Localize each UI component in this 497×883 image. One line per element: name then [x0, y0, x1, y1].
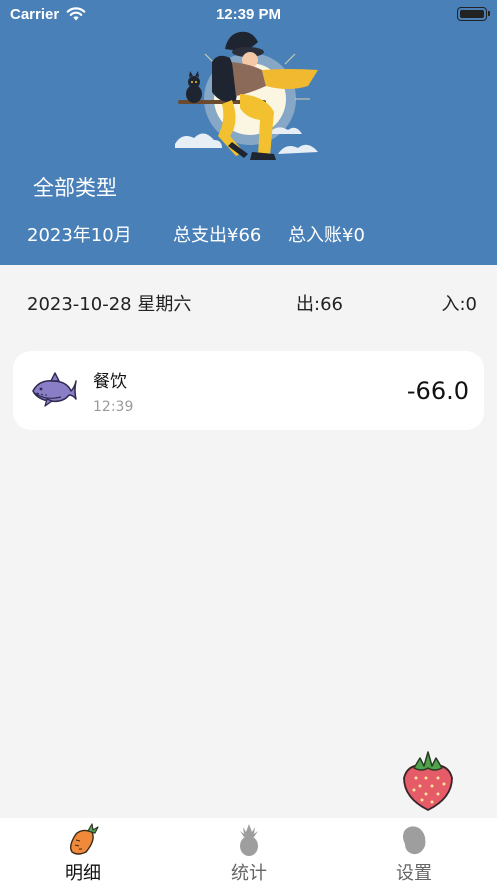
day-date: 2023-10-28 星期六: [27, 294, 192, 315]
record-category: 餐饮: [93, 372, 127, 392]
tab-statistics[interactable]: 统计: [166, 818, 332, 883]
tab-details[interactable]: 明细: [0, 818, 166, 883]
papaya-icon: [403, 826, 426, 855]
carrot-icon: [69, 823, 99, 855]
record-time: 12:39: [93, 399, 134, 415]
tab-bar: 明细 统计 设置: [0, 818, 497, 883]
strawberry-icon[interactable]: [400, 748, 456, 812]
day-expense: 出:66: [296, 294, 343, 315]
header: Carrier 12:39 PM 全部类型 2023年10月 总支出¥66 总入…: [0, 0, 497, 265]
witch-illustration: [175, 31, 318, 160]
record-item[interactable]: 餐饮 12:39 -66.0: [13, 351, 484, 430]
tab-statistics-label: 统计: [231, 863, 267, 883]
clock: 12:39 PM: [215, 6, 282, 23]
category-filter[interactable]: 全部类型: [33, 172, 117, 202]
total-income: 总入账¥0: [288, 225, 365, 246]
battery-icon: [457, 7, 490, 21]
day-header: 2023-10-28 星期六 出:66 入:0: [0, 290, 497, 320]
tab-settings[interactable]: 设置: [331, 818, 497, 883]
whale-icon: [32, 372, 77, 407]
tab-details-label: 明细: [65, 863, 101, 883]
pineapple-icon: [240, 824, 258, 856]
month-selector[interactable]: 2023年10月: [27, 221, 132, 247]
total-expense: 总支出¥66: [173, 225, 262, 246]
day-income: 入:0: [441, 294, 477, 315]
record-amount: -66.0: [406, 377, 469, 405]
tab-settings-label: 设置: [396, 863, 432, 883]
